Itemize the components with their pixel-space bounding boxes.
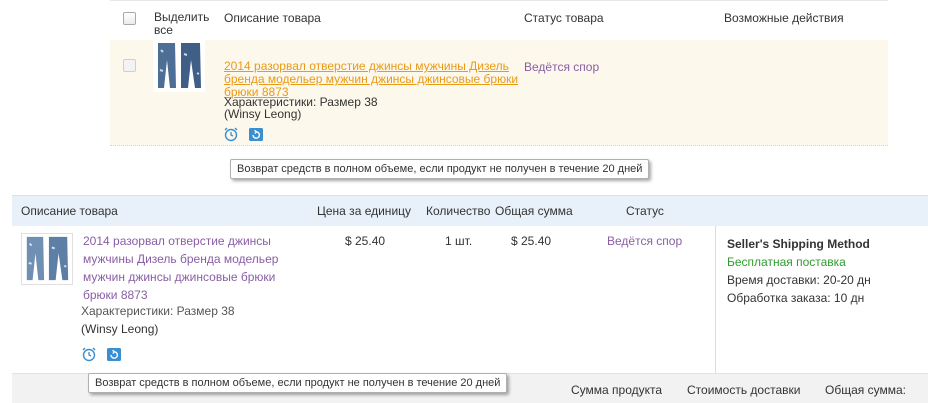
order-seller-name: (Winsy Leong) [81, 322, 159, 336]
order-header-description: Описание товара [21, 204, 118, 218]
row-icon-group [223, 126, 273, 142]
alarm-clock-icon[interactable] [81, 346, 97, 362]
product-title-link[interactable]: 2014 разорвал отверстие джинсы мужчины Д… [224, 60, 520, 99]
seller-name: (Winsy Leong) [224, 107, 302, 121]
shipping-method: Seller's Shipping Method [727, 237, 870, 251]
product-status: Ведётся спор [524, 60, 600, 74]
jeans-thumbnail[interactable] [153, 40, 205, 92]
header-actions: Возможные действия [724, 11, 844, 25]
order-table-header: Описание товара Цена за единицу Количест… [12, 195, 928, 226]
jeans-thumbnail[interactable] [21, 233, 73, 285]
header-status: Статус товара [524, 11, 604, 25]
product-list-header: Выделить все Описание товара Статус това… [110, 0, 888, 40]
order-header-total: Общая сумма [495, 204, 573, 218]
order-status: Ведётся спор [607, 234, 683, 248]
delivery-time: Время доставки: 20-20 дн [727, 273, 871, 287]
summary-shipping-cost: Стоимость доставки [687, 383, 801, 397]
order-total: $ 25.40 [511, 234, 552, 248]
order-product-title-link[interactable]: 2014 разорвал отверстие джинсы мужчины Д… [83, 232, 297, 304]
select-all-label[interactable]: Выделить все [154, 11, 216, 37]
shipping-info: Seller's Shipping Method Бесплатная пост… [715, 226, 928, 373]
row-checkbox[interactable] [123, 59, 136, 72]
refund-tooltip: Возврат средств в полном объеме, если пр… [230, 159, 650, 179]
alarm-clock-icon[interactable] [223, 126, 239, 142]
order-quantity-unit: шт. [455, 234, 473, 248]
processing-time: Обработка заказа: 10 дн [727, 291, 865, 305]
order-quantity: 1 шт. [445, 234, 472, 248]
select-all-checkbox[interactable] [123, 12, 136, 25]
summary-total-sum: Общая сумма: [825, 383, 906, 397]
free-shipping-label: Бесплатная поставка [727, 255, 846, 269]
order-header-status: Статус [626, 204, 664, 218]
refund-tooltip: Возврат средств в полном объеме, если пр… [88, 373, 508, 393]
order-icon-group [81, 346, 131, 362]
product-list-row: 2014 разорвал отверстие джинсы мужчины Д… [110, 40, 888, 146]
order-quantity-value: 1 [445, 234, 452, 248]
order-product-spec: Характеристики: Размер 38 [81, 304, 235, 318]
header-description: Описание товара [224, 11, 321, 25]
order-item-row: 2014 разорвал отверстие джинсы мужчины Д… [12, 226, 928, 373]
order-header-unit-price: Цена за единицу [317, 204, 412, 218]
order-unit-price: $ 25.40 [345, 234, 386, 248]
refund-icon[interactable] [248, 126, 264, 142]
order-header-quantity: Количество [426, 204, 491, 218]
refund-icon[interactable] [106, 346, 122, 362]
summary-product-sum: Сумма продукта [571, 383, 663, 397]
